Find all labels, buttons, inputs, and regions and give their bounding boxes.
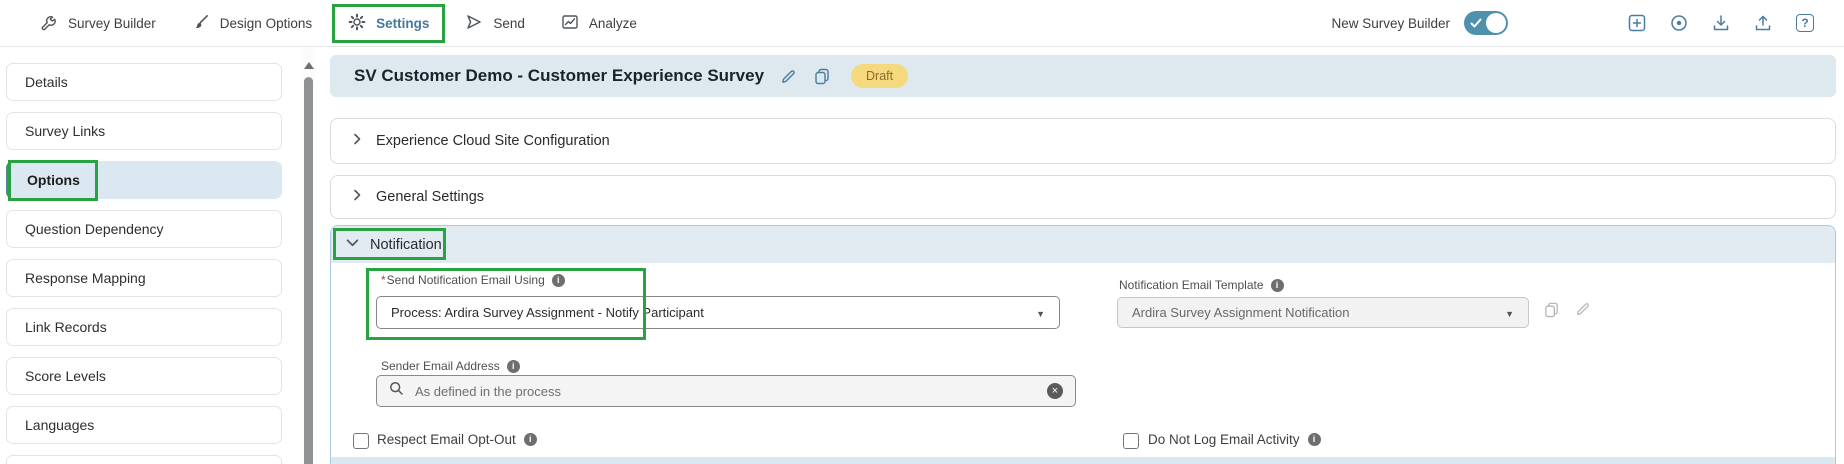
edit-template-icon[interactable] — [1575, 301, 1591, 322]
sender-email-input[interactable] — [413, 382, 1038, 400]
sidebar-item-options[interactable]: Options — [6, 160, 282, 201]
section-notification: Notification *Send Notification Email Us… — [330, 225, 1836, 464]
template-combobox: Ardira Survey Assignment Notification — [1117, 297, 1529, 328]
section-label: General Settings — [376, 189, 485, 205]
scroll-up-arrow-icon[interactable] — [303, 62, 314, 69]
sidebar-item-label: Details — [25, 74, 68, 90]
template-label: Notification Email Template — [1119, 278, 1284, 292]
info-icon[interactable] — [506, 359, 520, 373]
tab-label: Send — [493, 15, 525, 31]
send-using-label: *Send Notification Email Using — [381, 273, 565, 287]
sidebar-item-partial[interactable] — [6, 455, 282, 464]
top-nav-actions: New Survey Builder — [1331, 11, 1816, 35]
sidebar-item-survey-links[interactable]: Survey Links — [6, 112, 282, 150]
template-value: Ardira Survey Assignment Notification — [1132, 305, 1350, 320]
required-marker: * — [381, 273, 386, 287]
sidebar-item-label: Link Records — [25, 319, 107, 335]
info-icon[interactable] — [551, 273, 565, 287]
tab-design-options[interactable]: Design Options — [192, 13, 312, 34]
toggle-knob — [1486, 13, 1506, 33]
settings-sidebar: Details Survey Links Options Question De… — [6, 63, 282, 464]
sidebar-item-response-mapping[interactable]: Response Mapping — [6, 259, 282, 297]
sidebar-item-label: Response Mapping — [25, 270, 146, 286]
help-icon[interactable] — [1794, 12, 1816, 34]
info-icon[interactable] — [523, 433, 537, 446]
paintbrush-icon — [192, 13, 210, 34]
upload-icon[interactable] — [1752, 12, 1774, 34]
do-not-log-email-activity-checkbox[interactable] — [1123, 433, 1139, 449]
tab-settings[interactable]: Settings — [332, 3, 446, 43]
sender-email-search — [376, 375, 1076, 407]
next-section-strip — [331, 457, 1835, 464]
sidebar-item-label: Options — [27, 172, 80, 188]
top-navigation: Survey Builder Design Options Settings S… — [0, 0, 1844, 47]
chevron-down-icon — [346, 236, 359, 253]
sidebar-item-score-levels[interactable]: Score Levels — [6, 357, 282, 395]
sidebar-item-details[interactable]: Details — [6, 63, 282, 101]
respect-email-opt-out-checkbox[interactable] — [353, 433, 369, 449]
info-icon[interactable] — [1307, 433, 1321, 446]
section-label: Experience Cloud Site Configuration — [376, 133, 610, 149]
download-icon[interactable] — [1710, 12, 1732, 34]
info-icon[interactable] — [1270, 278, 1284, 292]
tab-label: Survey Builder — [68, 15, 156, 31]
add-page-icon[interactable] — [1626, 12, 1648, 34]
sidebar-item-label: Score Levels — [25, 368, 106, 384]
search-icon — [389, 381, 404, 401]
sender-email-label: Sender Email Address — [381, 359, 520, 373]
send-using-value: Process: Ardira Survey Assignment - Noti… — [391, 305, 704, 320]
tab-send[interactable]: Send — [465, 13, 525, 34]
sidebar-item-question-dependency[interactable]: Question Dependency — [6, 210, 282, 248]
wrench-icon — [40, 13, 58, 34]
chevron-down-icon — [1036, 305, 1045, 320]
utility-icons — [1626, 12, 1816, 34]
chevron-down-icon — [1505, 305, 1514, 320]
sidebar-item-link-records[interactable]: Link Records — [6, 308, 282, 346]
sidebar-item-label: Survey Links — [25, 123, 106, 139]
do-not-log-email-activity-label: Do Not Log Email Activity — [1148, 432, 1321, 447]
edit-title-icon[interactable] — [780, 68, 797, 85]
preview-icon[interactable] — [1668, 12, 1690, 34]
clear-icon[interactable] — [1047, 383, 1063, 399]
tab-label: Design Options — [219, 15, 313, 31]
page-title: SV Customer Demo - Customer Experience S… — [354, 66, 765, 85]
tab-analyze[interactable]: Analyze — [561, 13, 637, 34]
new-survey-builder-label: New Survey Builder — [1331, 15, 1450, 31]
sidebar-item-label: Languages — [25, 417, 95, 433]
section-experience-cloud[interactable]: Experience Cloud Site Configuration — [330, 118, 1836, 164]
respect-email-opt-out-label: Respect Email Opt-Out — [377, 432, 537, 447]
tab-label: Analyze — [588, 15, 637, 31]
chevron-right-icon — [351, 133, 363, 149]
notification-form: *Send Notification Email Using Process: … — [331, 263, 1835, 464]
content-scrollbar[interactable] — [303, 47, 314, 464]
section-general-settings[interactable]: General Settings — [330, 175, 1836, 219]
settings-content: SV Customer Demo - Customer Experience S… — [330, 47, 1836, 464]
chevron-right-icon — [351, 189, 363, 205]
status-badge: Draft — [851, 64, 909, 88]
send-using-combobox[interactable]: Process: Ardira Survey Assignment - Noti… — [376, 296, 1060, 329]
copy-title-icon[interactable] — [813, 67, 831, 85]
send-icon — [465, 13, 483, 34]
survey-title-bar: SV Customer Demo - Customer Experience S… — [330, 55, 1836, 97]
section-notification-header[interactable]: Notification — [331, 226, 1835, 263]
top-nav-tabs: Survey Builder Design Options Settings S… — [40, 3, 637, 43]
gear-icon — [348, 13, 366, 34]
tab-label: Settings — [376, 15, 430, 31]
tab-survey-builder[interactable]: Survey Builder — [40, 13, 156, 34]
copy-template-icon[interactable] — [1543, 301, 1560, 323]
sidebar-item-languages[interactable]: Languages — [6, 406, 282, 444]
new-survey-builder-toggle[interactable] — [1464, 11, 1508, 35]
section-label: Notification — [370, 236, 442, 253]
scrollbar-thumb[interactable] — [304, 77, 313, 464]
analyze-chart-icon — [561, 13, 579, 34]
check-icon — [1470, 18, 1482, 28]
sidebar-item-label: Question Dependency — [25, 221, 164, 237]
